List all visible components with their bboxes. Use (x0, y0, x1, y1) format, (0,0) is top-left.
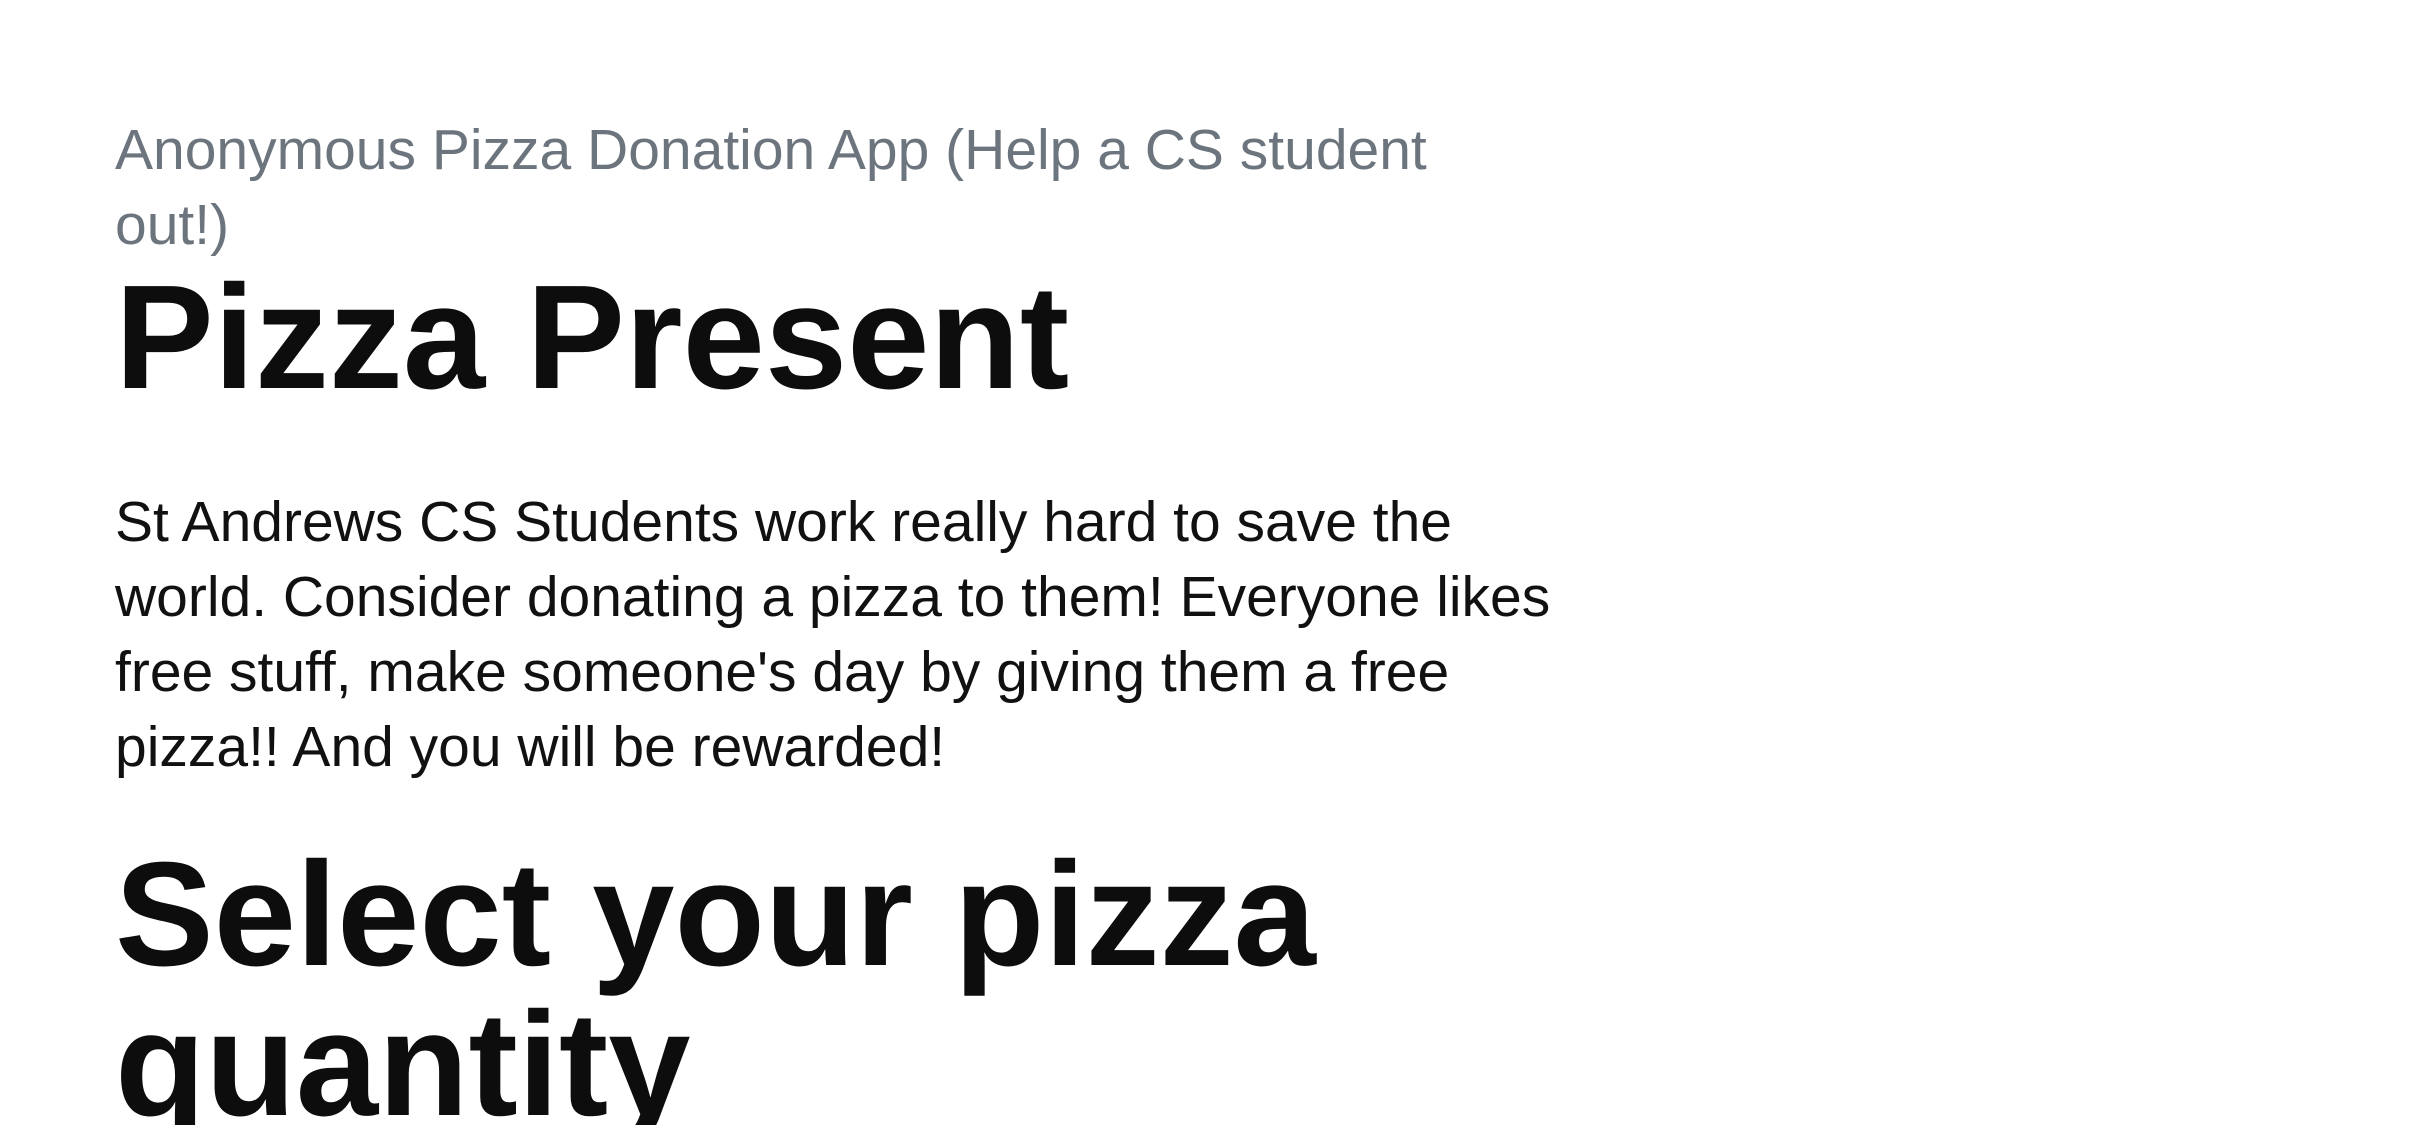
page-title: Pizza Present (115, 255, 1070, 420)
intro-description: St Andrews CS Students work really hard … (115, 490, 1551, 779)
app-subtitle: Anonymous Pizza Donation App (Help a CS … (115, 118, 1427, 257)
quantity-section-heading: Select your pizza quantity (115, 832, 1316, 1125)
